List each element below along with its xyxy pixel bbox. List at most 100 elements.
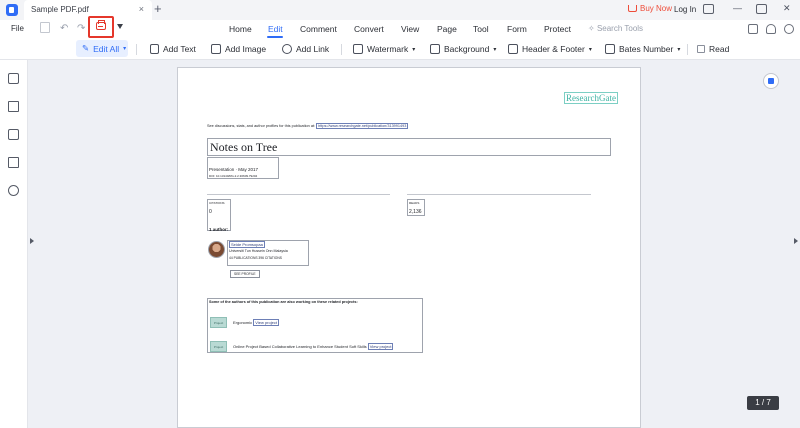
tab-form[interactable]: Form bbox=[507, 24, 527, 34]
watermark-label: Watermark bbox=[367, 44, 409, 54]
image-icon bbox=[211, 44, 221, 54]
authors-label-text: 1 author: bbox=[209, 227, 229, 232]
tab-comment[interactable]: Comment bbox=[300, 24, 337, 34]
search-tools-input[interactable]: ✧ Search Tools bbox=[588, 24, 643, 33]
add-text-label: Add Text bbox=[163, 44, 196, 54]
authors-label: 1 author: bbox=[209, 227, 228, 232]
watermark-icon bbox=[353, 44, 363, 54]
share-icon[interactable] bbox=[748, 24, 758, 34]
toolbar-divider bbox=[341, 44, 342, 55]
notifications-icon[interactable] bbox=[703, 4, 714, 14]
researchgate-logo: ResearchGate bbox=[564, 92, 618, 104]
author-affiliation: Universiti Tun Hussein Onn Malaysia bbox=[229, 249, 288, 253]
settings-icon[interactable] bbox=[784, 24, 794, 34]
tab-convert[interactable]: Convert bbox=[354, 24, 384, 34]
related-projects-heading: Some of the authors of this publication … bbox=[209, 300, 358, 304]
maximize-button[interactable] bbox=[756, 4, 767, 14]
discussion-link[interactable]: https://www.researchgate.net/publication… bbox=[316, 123, 409, 129]
tab-page[interactable]: Page bbox=[437, 24, 457, 34]
project-1: Ergonomic View project bbox=[233, 319, 279, 326]
search-icon[interactable] bbox=[8, 185, 19, 196]
pdf-page[interactable]: ResearchGate See discussions, stats, and… bbox=[177, 67, 641, 428]
project-2-title: Online Project Based Collaborative Learn… bbox=[233, 344, 367, 349]
new-tab-button[interactable]: + bbox=[154, 2, 162, 16]
search-tools-placeholder: Search Tools bbox=[596, 24, 644, 33]
close-window-button[interactable]: ✕ bbox=[783, 3, 791, 14]
author-name-link[interactable]: Seide Promsopaa bbox=[229, 241, 265, 248]
doi-text: DOI: 10.13140/RG.2.2.30609.79204 bbox=[209, 174, 258, 178]
left-sidebar bbox=[0, 60, 28, 428]
tab-tool[interactable]: Tool bbox=[473, 24, 489, 34]
edit-toolbar: ✎ Edit All ▾ Add Text Add Image Add Link… bbox=[0, 38, 800, 60]
link-icon bbox=[282, 44, 292, 54]
header-footer-label: Header & Footer bbox=[522, 44, 585, 54]
pencil-icon: ✎ bbox=[82, 43, 90, 53]
background-label: Background bbox=[444, 44, 490, 54]
print-icon[interactable] bbox=[96, 20, 106, 30]
bates-number-icon bbox=[605, 44, 615, 54]
read-mode-toggle[interactable]: Read bbox=[697, 42, 729, 56]
chevron-down-icon: ▾ bbox=[123, 46, 127, 52]
minimize-button[interactable]: — bbox=[733, 3, 742, 13]
chevron-down-icon: ▾ bbox=[677, 46, 681, 53]
toolbar-divider bbox=[136, 44, 137, 55]
add-text-button[interactable]: Add Text bbox=[150, 42, 196, 56]
bookmark-icon[interactable] bbox=[8, 101, 19, 112]
tab-view[interactable]: View bbox=[401, 24, 419, 34]
background-button[interactable]: Background ▾ bbox=[430, 42, 496, 56]
edit-all-button[interactable]: ✎ Edit All ▾ bbox=[76, 40, 128, 57]
tab-protect[interactable]: Protect bbox=[544, 24, 571, 34]
cloud-icon[interactable] bbox=[766, 24, 776, 34]
comment-icon[interactable] bbox=[8, 129, 19, 140]
text-icon bbox=[150, 44, 159, 54]
undo-icon[interactable]: ↶ bbox=[60, 23, 68, 34]
login-button[interactable]: Log In bbox=[674, 5, 696, 14]
author-avatar bbox=[208, 241, 225, 258]
read-label: Read bbox=[709, 44, 730, 54]
thumbnails-icon[interactable] bbox=[8, 73, 19, 84]
add-link-button[interactable]: Add Link bbox=[282, 42, 329, 56]
save-icon[interactable] bbox=[40, 22, 50, 33]
close-tab-icon[interactable]: × bbox=[139, 4, 144, 14]
toolbar-divider bbox=[687, 44, 688, 55]
add-image-button[interactable]: Add Image bbox=[211, 42, 266, 56]
bates-number-label: Bates Number bbox=[619, 44, 674, 54]
project-1-title: Ergonomic bbox=[233, 320, 253, 325]
divider-line bbox=[207, 194, 390, 195]
discussion-line: See discussions, stats, and author profi… bbox=[207, 123, 409, 129]
document-tab-title: Sample PDF.pdf bbox=[31, 5, 89, 14]
edit-all-label: Edit All bbox=[93, 43, 120, 54]
divider-line bbox=[407, 194, 591, 195]
project-2-view-link[interactable]: View project bbox=[367, 343, 394, 350]
background-icon bbox=[430, 44, 440, 54]
file-menu[interactable]: File bbox=[11, 24, 24, 33]
tab-edit[interactable]: Edit bbox=[268, 24, 283, 34]
header-footer-button[interactable]: Header & Footer ▾ bbox=[508, 42, 592, 56]
search-icon: ✧ bbox=[588, 24, 595, 33]
discussion-text: See discussions, stats, and author profi… bbox=[207, 124, 316, 128]
read-checkbox[interactable] bbox=[697, 45, 705, 53]
presentation-date: Presentation · May 2017 bbox=[209, 167, 259, 172]
title-bar: Sample PDF.pdf × + Buy Now Log In — ✕ bbox=[0, 0, 800, 20]
paper-title: Notes on Tree bbox=[207, 138, 611, 156]
ai-assistant-icon[interactable] bbox=[763, 73, 779, 89]
tab-home[interactable]: Home bbox=[229, 24, 252, 34]
expand-right-panel-icon[interactable] bbox=[794, 238, 798, 244]
author-stats: 44 PUBLICATIONS 396 CITATIONS bbox=[229, 256, 282, 260]
page-indicator: 1 / 7 bbox=[747, 396, 779, 410]
bates-number-button[interactable]: Bates Number ▾ bbox=[605, 42, 680, 56]
app-logo-icon bbox=[6, 4, 18, 16]
see-profile-button[interactable]: SEE PROFILE bbox=[230, 270, 260, 278]
attachment-icon[interactable] bbox=[8, 157, 19, 168]
project-1-view-link[interactable]: View project bbox=[253, 319, 279, 326]
menu-bar: File ↶ ↷ Home Edit Comment Convert View … bbox=[0, 20, 800, 38]
watermark-button[interactable]: Watermark ▾ bbox=[353, 42, 415, 56]
document-tab[interactable]: Sample PDF.pdf × bbox=[24, 0, 152, 20]
expand-sidebar-icon[interactable] bbox=[30, 238, 34, 244]
quick-access-dropdown-icon[interactable] bbox=[117, 24, 123, 29]
reads-value: 2,136 bbox=[409, 209, 422, 215]
citations-value: 0 bbox=[209, 209, 212, 215]
buy-now-button[interactable]: Buy Now bbox=[628, 4, 672, 13]
chevron-down-icon: ▾ bbox=[493, 46, 497, 53]
redo-icon[interactable]: ↷ bbox=[77, 23, 85, 34]
